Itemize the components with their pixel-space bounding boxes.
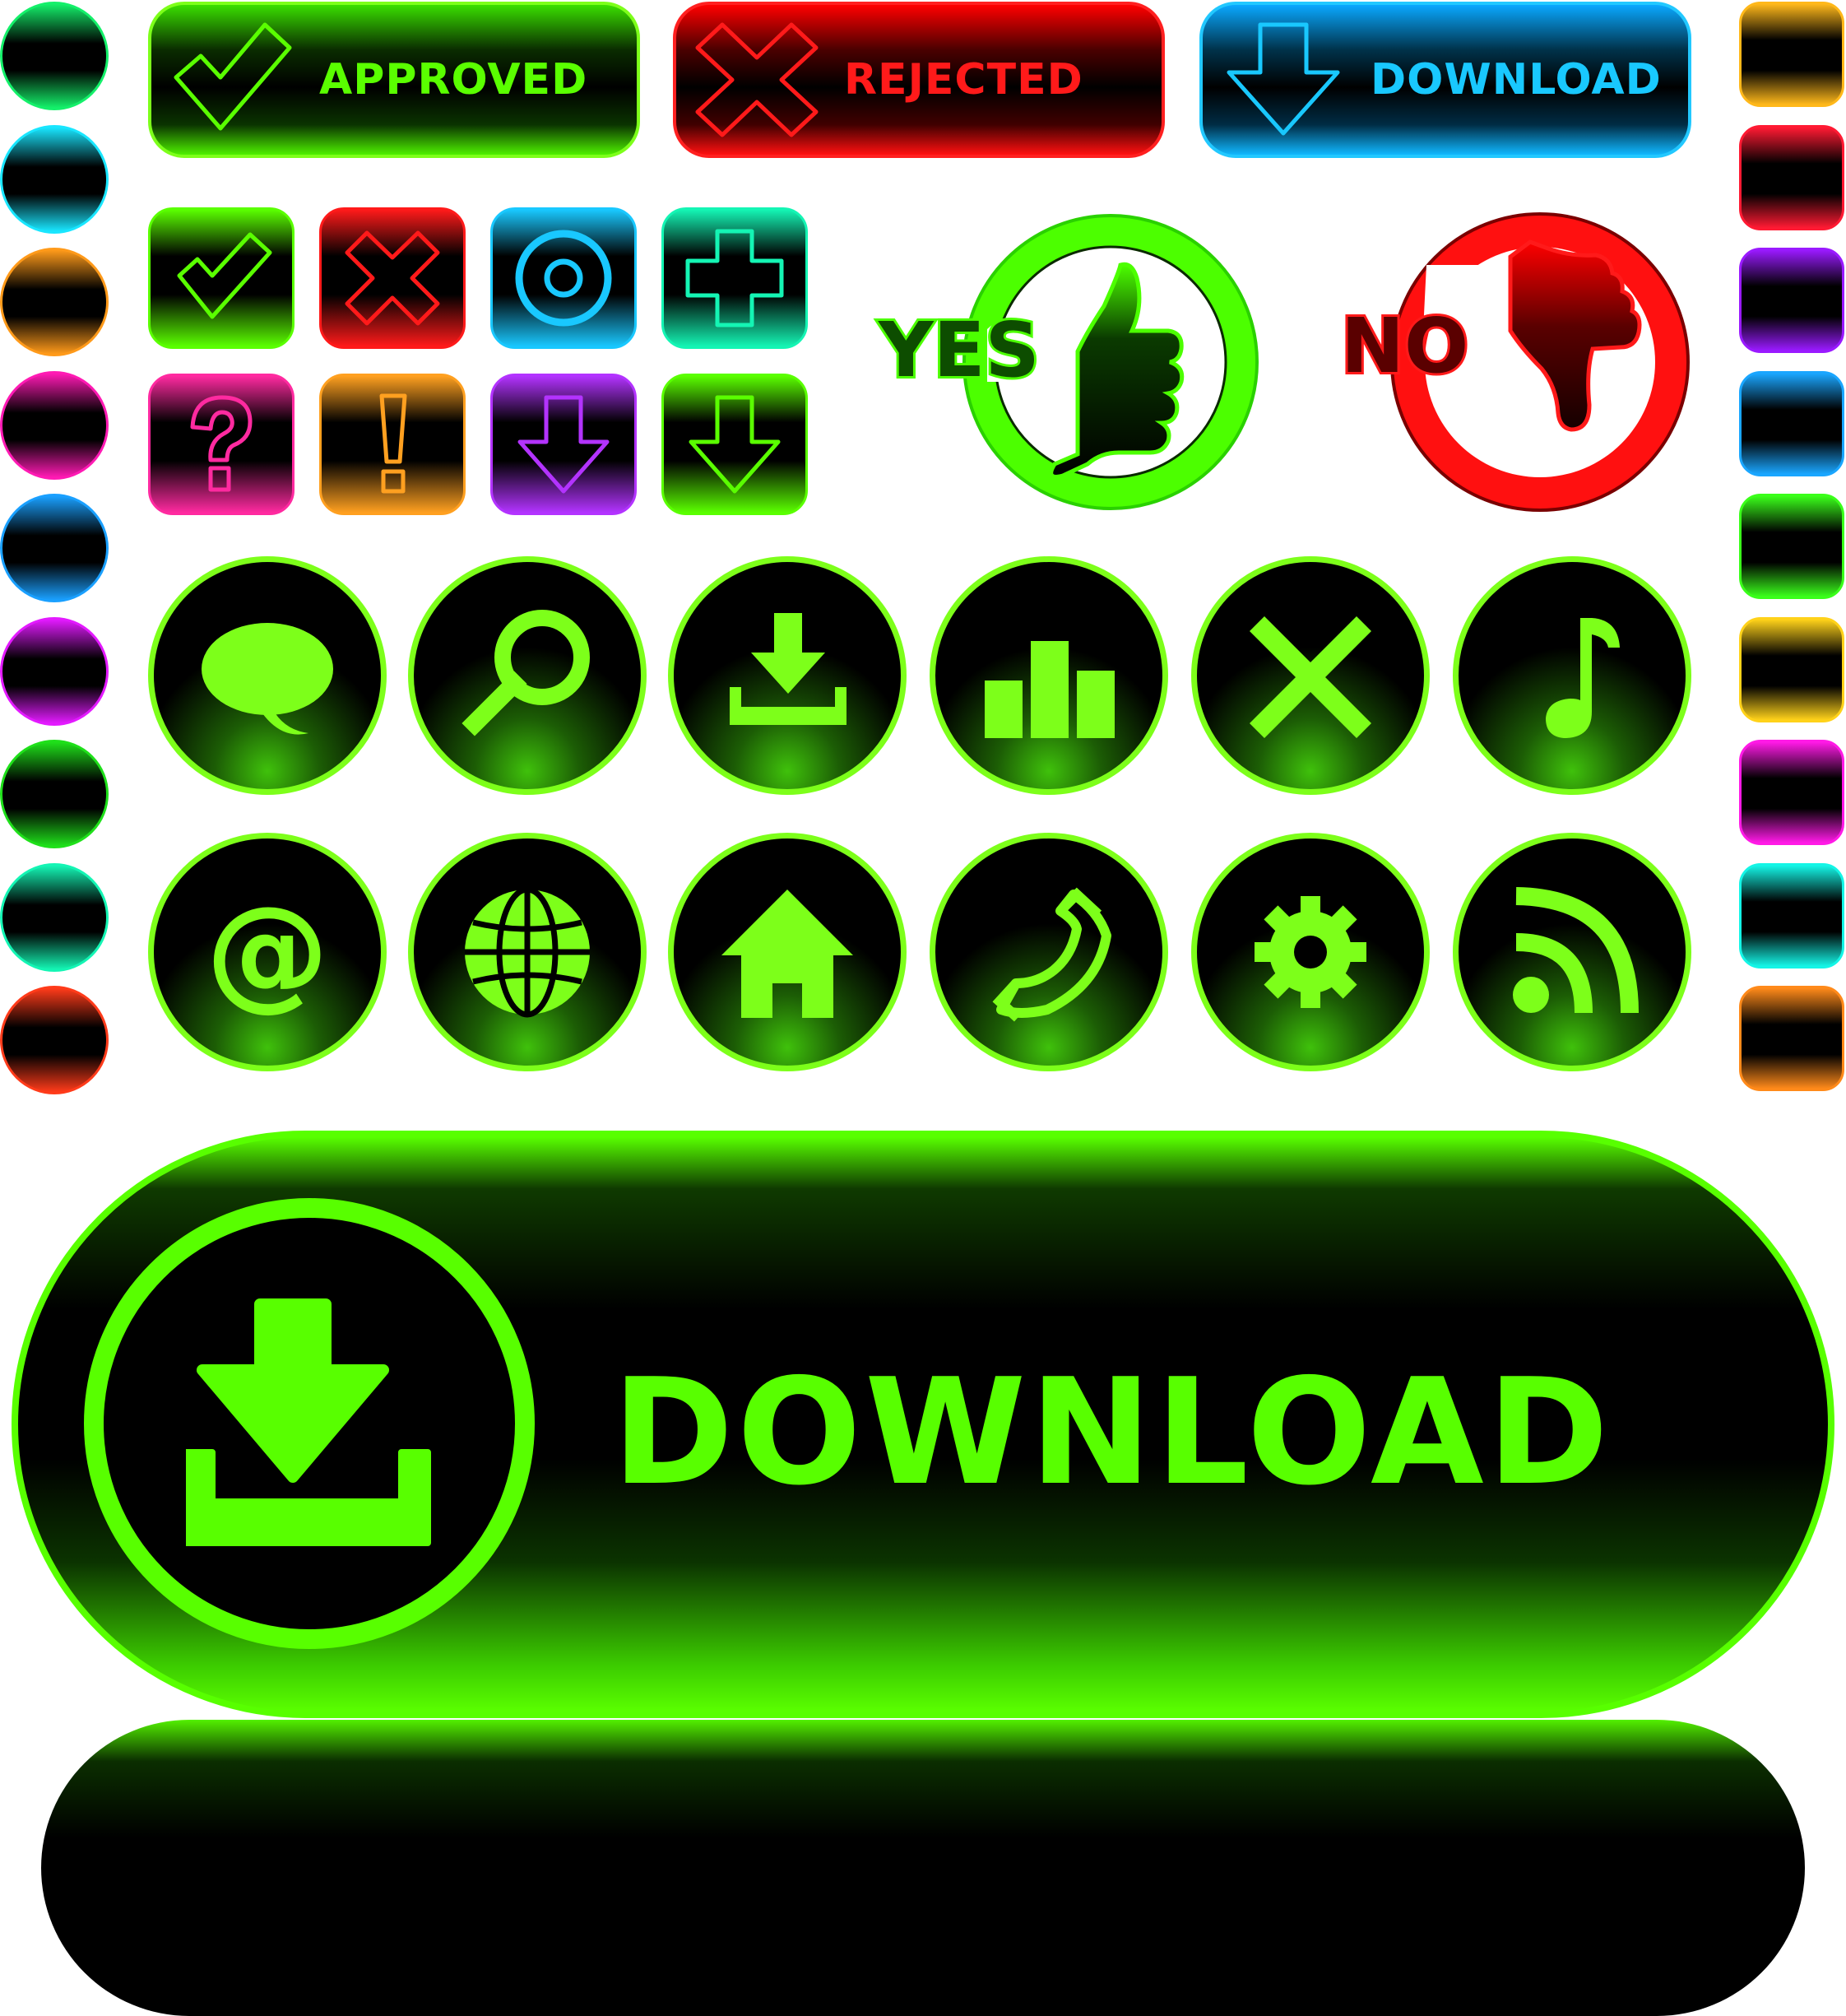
magnifier-icon <box>462 610 590 736</box>
color-square[interactable] <box>1739 862 1844 969</box>
download-tray-icon <box>186 1298 431 1546</box>
color-dot[interactable] <box>0 494 109 602</box>
color-square[interactable] <box>1739 616 1844 722</box>
speech-bubble-icon <box>202 623 333 735</box>
arrow-down-icon <box>1227 22 1340 136</box>
round-icon-button[interactable] <box>930 556 1168 795</box>
no-label: NO <box>1341 302 1468 390</box>
color-square[interactable] <box>1739 494 1844 599</box>
color-dot[interactable] <box>0 986 109 1094</box>
approved-button[interactable]: APPROVED <box>148 2 640 158</box>
home-icon <box>721 890 853 1018</box>
plus-icon <box>685 229 784 327</box>
tile-button[interactable] <box>319 207 466 349</box>
color-square[interactable] <box>1739 248 1844 353</box>
rss-icon <box>1513 887 1639 1014</box>
thumbs-down-icon: NO <box>1338 212 1690 512</box>
download-tray-icon <box>730 613 846 725</box>
color-dot[interactable] <box>0 370 109 480</box>
round-icon-button[interactable] <box>930 833 1168 1071</box>
tile-button[interactable] <box>148 207 295 349</box>
music-note-icon <box>1546 618 1620 738</box>
round-icon-button[interactable] <box>1191 556 1430 795</box>
color-dot[interactable] <box>0 740 109 848</box>
download-top-label: DOWNLOAD <box>1371 55 1662 105</box>
no-badge[interactable]: NO <box>1324 207 1711 520</box>
round-icon-button[interactable] <box>668 556 907 795</box>
big-download-icon-ring <box>84 1198 535 1649</box>
check-icon <box>177 232 272 319</box>
color-square[interactable] <box>1739 2 1844 107</box>
phone-icon <box>992 887 1111 1022</box>
x-icon <box>695 22 819 137</box>
globe-icon <box>465 886 590 1018</box>
round-icon-button[interactable] <box>408 833 647 1071</box>
arrow-down-icon <box>689 395 781 494</box>
big-download-button[interactable]: DOWNLOAD <box>12 1131 1834 1718</box>
tile-button[interactable] <box>148 374 295 515</box>
exclamation-icon <box>379 393 407 494</box>
gear-icon <box>1255 896 1366 1008</box>
check-icon <box>174 22 292 131</box>
approved-label: APPROVED <box>319 55 588 105</box>
bar-chart-icon <box>985 641 1115 738</box>
rejected-button[interactable]: REJECTED <box>673 2 1165 158</box>
x-icon <box>345 230 440 326</box>
tile-button[interactable] <box>661 207 808 349</box>
tile-button[interactable] <box>661 374 808 515</box>
round-icon-button[interactable] <box>148 556 387 795</box>
round-icon-button[interactable] <box>1453 556 1691 795</box>
download-top-button[interactable]: DOWNLOAD <box>1199 2 1691 158</box>
rejected-label: REJECTED <box>844 55 1083 105</box>
color-square[interactable] <box>1739 370 1844 476</box>
thumbs-up-icon: YES <box>875 214 1259 510</box>
color-dot[interactable] <box>0 248 109 356</box>
color-dot[interactable] <box>0 2 109 110</box>
at-sign-icon: @ <box>206 880 329 1024</box>
big-download-label: DOWNLOAD <box>612 1347 1612 1517</box>
reflection <box>41 1720 1805 2016</box>
tile-button[interactable] <box>490 374 637 515</box>
color-dot[interactable] <box>0 124 109 234</box>
round-icon-button[interactable] <box>1453 833 1691 1071</box>
round-icon-button[interactable] <box>668 833 907 1071</box>
color-dot[interactable] <box>0 862 109 972</box>
yes-badge[interactable]: YES <box>872 207 1267 520</box>
round-icon-button[interactable] <box>408 556 647 795</box>
yes-label: YES <box>878 306 1040 394</box>
arrow-down-icon <box>517 395 610 494</box>
round-icon-button[interactable]: @ <box>148 833 387 1071</box>
color-square[interactable] <box>1739 124 1844 230</box>
tile-button[interactable] <box>319 374 466 515</box>
color-square[interactable] <box>1739 986 1844 1091</box>
target-icon <box>515 230 612 327</box>
color-dot[interactable] <box>0 616 109 726</box>
color-square[interactable] <box>1739 740 1844 845</box>
close-icon <box>1250 616 1371 738</box>
question-icon <box>190 395 253 492</box>
round-icon-button[interactable] <box>1191 833 1430 1071</box>
tile-button[interactable] <box>490 207 637 349</box>
